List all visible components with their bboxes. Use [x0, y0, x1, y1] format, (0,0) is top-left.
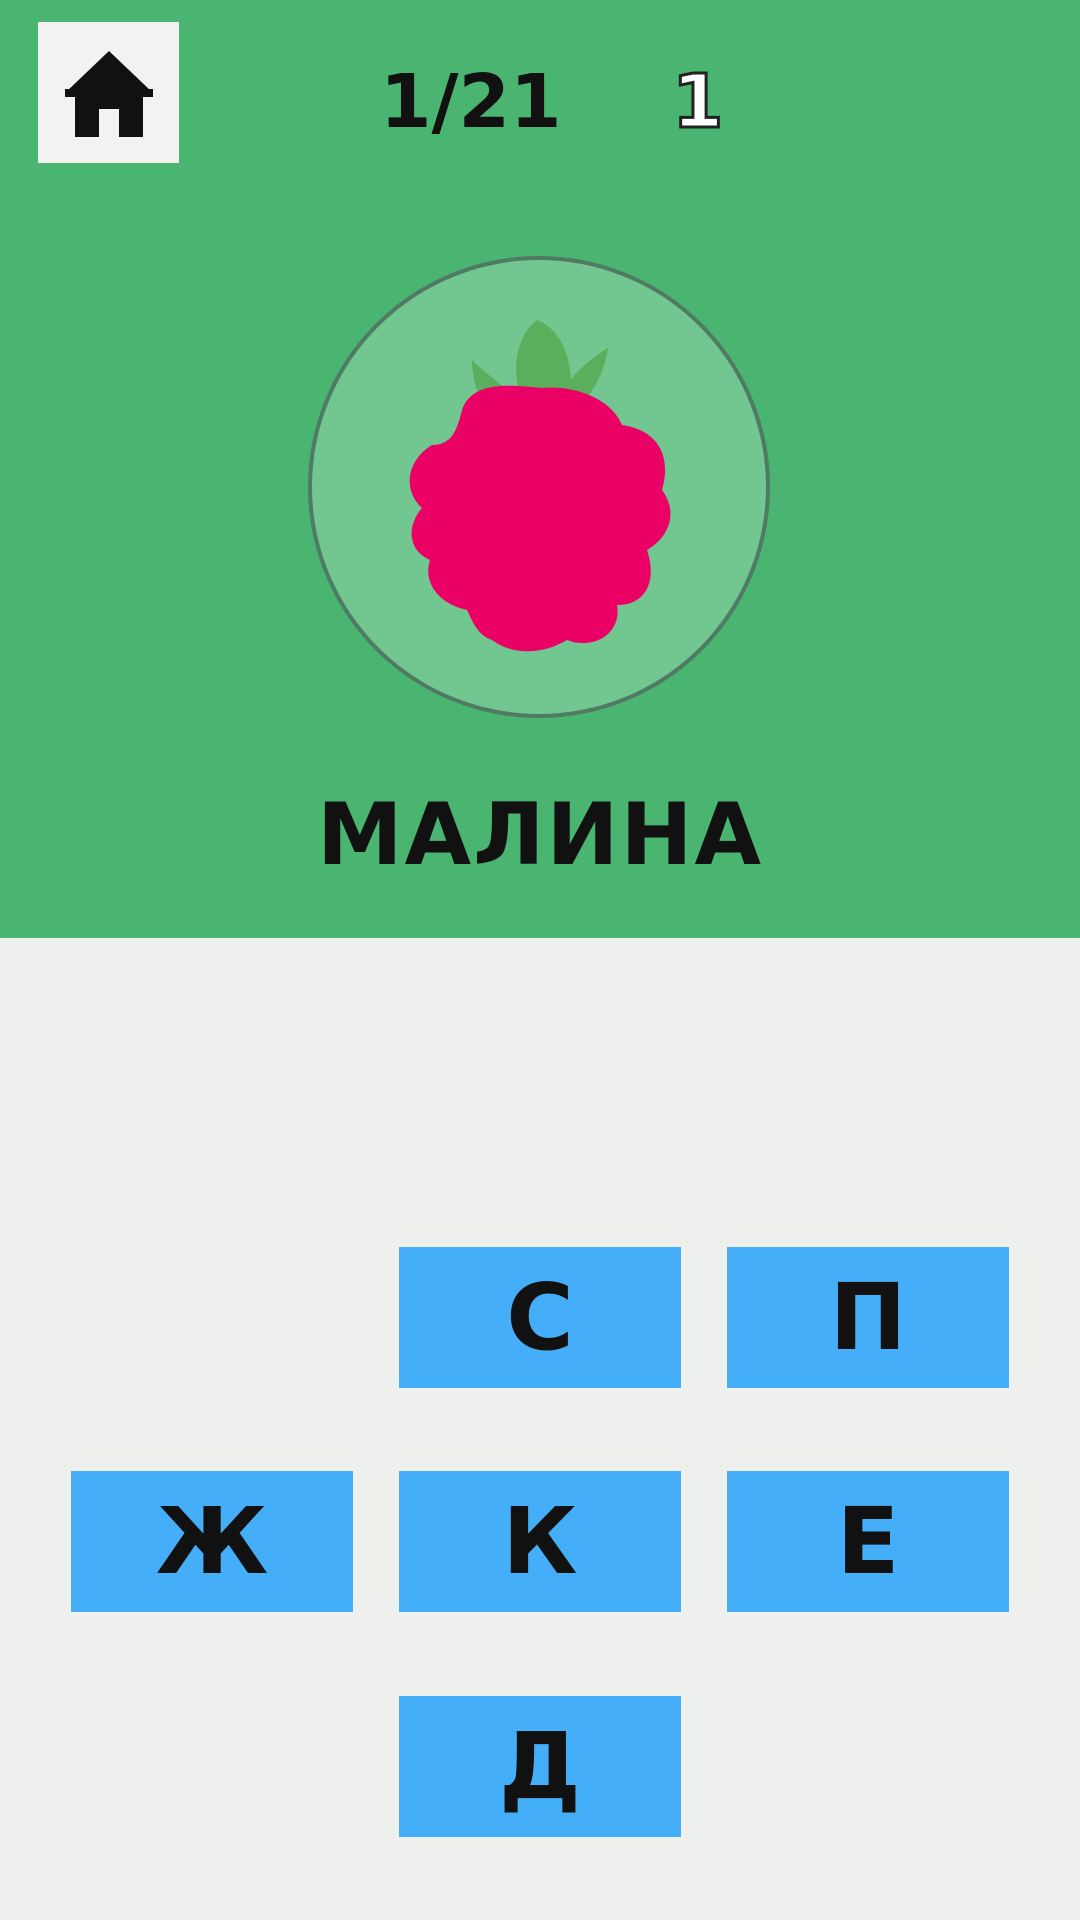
raspberry-icon — [409, 320, 671, 652]
target-word: МАЛИНА — [316, 785, 764, 885]
top-panel: 1/21 1 МАЛИНА — [0, 0, 1080, 938]
home-button[interactable] — [38, 22, 179, 163]
letter-tile[interactable]: Е — [727, 1471, 1009, 1612]
score-counter: 1 — [671, 58, 725, 147]
letter-tile[interactable]: К — [399, 1471, 681, 1612]
letter-tile[interactable]: П — [727, 1247, 1009, 1388]
letter-tile[interactable]: С — [399, 1247, 681, 1388]
picture-circle — [308, 256, 770, 718]
letter-tile[interactable]: Ж — [71, 1471, 353, 1612]
letter-tile[interactable]: Д — [399, 1696, 681, 1837]
house-icon — [64, 50, 153, 137]
level-progress: 1/21 — [380, 59, 562, 145]
